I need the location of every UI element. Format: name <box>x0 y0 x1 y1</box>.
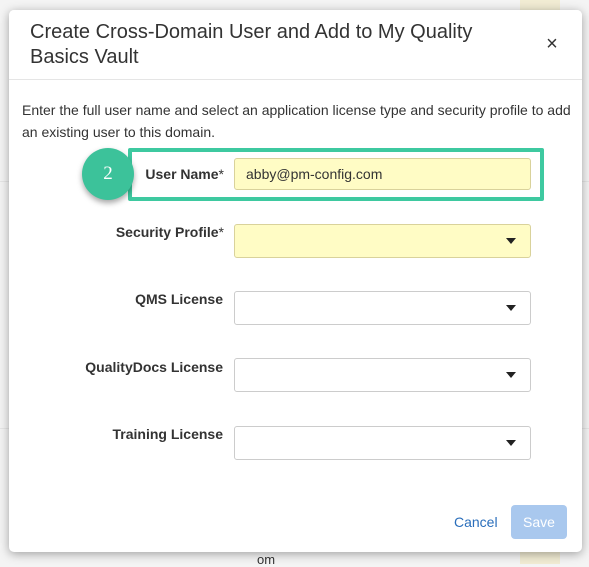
security-profile-label: Security Profile* <box>115 224 224 240</box>
caret-down-icon <box>506 440 516 446</box>
qualitydocs-license-label: QualityDocs License <box>85 359 223 375</box>
caret-down-icon <box>506 372 516 378</box>
caret-down-icon <box>506 238 516 244</box>
save-button[interactable]: Save <box>511 505 567 539</box>
dialog-title: Create Cross-Domain User and Add to My Q… <box>30 21 473 68</box>
security-profile-select[interactable] <box>234 224 531 258</box>
dialog-instructions: Enter the full user name and select an a… <box>22 102 571 140</box>
required-asterisk: * <box>218 224 224 240</box>
cancel-button[interactable]: Cancel <box>454 514 498 530</box>
qms-license-label: QMS License <box>135 291 223 307</box>
create-cross-domain-user-dialog: Create Cross-Domain User and Add to My Q… <box>9 10 582 552</box>
step-highlight-box <box>128 148 544 201</box>
backdrop-text: om <box>257 552 276 567</box>
close-icon[interactable]: × <box>542 34 562 54</box>
training-license-label: Training License <box>112 426 223 442</box>
qualitydocs-license-select[interactable] <box>234 358 531 392</box>
caret-down-icon <box>506 305 516 311</box>
dialog-header: Create Cross-Domain User and Add to My Q… <box>9 10 582 80</box>
step-number-badge: 2 <box>82 148 134 200</box>
qms-license-select[interactable] <box>234 291 531 325</box>
training-license-select[interactable] <box>234 426 531 460</box>
